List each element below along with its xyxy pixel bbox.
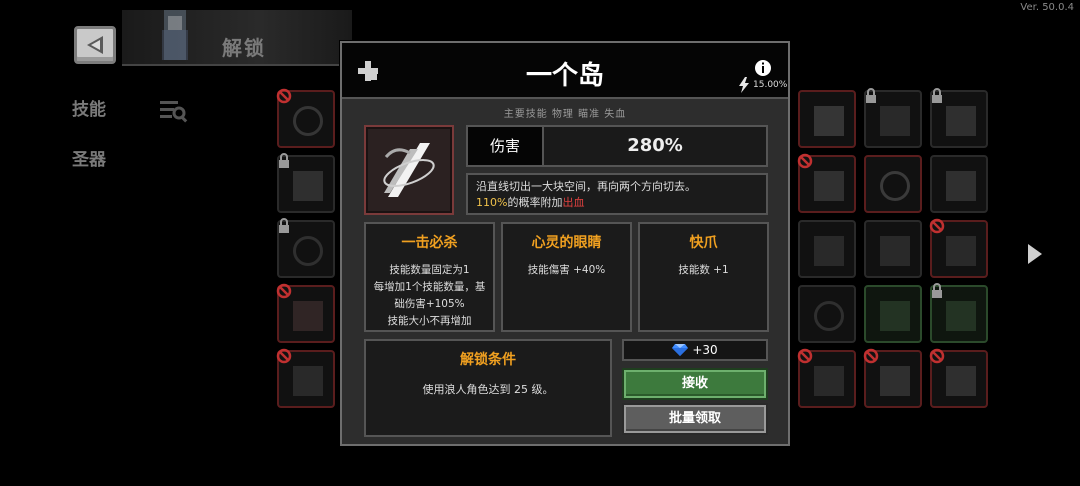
- skill-slot[interactable]: [864, 155, 922, 213]
- damage-value: 280%: [627, 135, 683, 156]
- trait-line: 技能傷害 +40%: [527, 264, 606, 276]
- trait-line: 技能大小不再增加: [387, 315, 472, 327]
- skill-title: 一个岛: [525, 61, 604, 91]
- skill-description: 沿直线切出一大块空间，再向两个方向切去。 110%的概率附加出血: [466, 173, 768, 215]
- locked-prohibited-icon: [276, 348, 292, 364]
- description-line: 沿直线切出一大块空间，再向两个方向切去。: [476, 180, 696, 193]
- lock-icon: [932, 283, 942, 298]
- unlock-condition-panel: 解锁条件 使用浪人角色达到 25 级。: [364, 339, 612, 437]
- version-label: Ver. 50.0.4: [1020, 2, 1074, 13]
- slash-skill-icon: [383, 143, 435, 197]
- trait-body: 技能数 +1: [640, 262, 767, 279]
- reward-amount: +30: [692, 343, 718, 357]
- trait-line: 础伤害+105%: [394, 298, 465, 310]
- locked-prohibited-icon: [797, 153, 813, 169]
- skill-slot[interactable]: [864, 285, 922, 343]
- crit-rate-value: 15.00%: [753, 80, 788, 90]
- skill-slot[interactable]: [930, 155, 988, 213]
- trait-card: 心灵的眼睛 技能傷害 +40%: [501, 222, 632, 332]
- lock-icon: [932, 88, 942, 103]
- trait-line: 技能数量固定为1: [389, 264, 470, 276]
- locked-prohibited-icon: [863, 348, 879, 364]
- page-title: 解锁: [222, 36, 266, 60]
- lock-icon: [279, 218, 289, 233]
- unlock-condition-text: 使用浪人角色达到 25 级。: [422, 383, 554, 396]
- sidebar-item-relics[interactable]: 圣器: [72, 145, 106, 170]
- filter-search-icon[interactable]: [158, 98, 188, 128]
- locked-prohibited-icon: [797, 348, 813, 364]
- bleed-effect-keyword: 出血: [562, 196, 585, 209]
- trait-title: 快爪: [689, 235, 718, 251]
- bulk-claim-button[interactable]: 批量领取: [622, 403, 768, 435]
- unlock-title: 解锁条件: [460, 352, 516, 368]
- skill-slot[interactable]: [798, 90, 856, 148]
- reward-display: +30: [622, 339, 768, 361]
- next-page-arrow-icon[interactable]: [1026, 242, 1044, 270]
- back-button[interactable]: [74, 26, 116, 64]
- sidebar-item-skills[interactable]: 技能: [72, 95, 106, 120]
- diamond-gem-icon: [672, 344, 689, 356]
- damage-stat-row: 伤害 280%: [466, 125, 768, 167]
- lock-icon: [866, 88, 876, 103]
- trait-body: 技能数量固定为1 每增加1个技能数量，基 础伤害+105% 技能大小不再增加: [366, 262, 493, 330]
- info-icon[interactable]: [754, 59, 772, 77]
- trait-line: 技能数 +1: [678, 264, 729, 276]
- trait-card: 快爪 技能数 +1: [638, 222, 769, 332]
- skill-slot[interactable]: [798, 220, 856, 278]
- trait-title: 一击必杀: [401, 235, 458, 251]
- skill-tags: 主要技能 物理 瞄准 失血: [503, 109, 627, 120]
- skill-slot[interactable]: [798, 285, 856, 343]
- skill-icon-frame: [364, 125, 454, 215]
- trait-card: 一击必杀 技能数量固定为1 每增加1个技能数量，基 础伤害+105% 技能大小不…: [364, 222, 495, 332]
- trait-body: 技能傷害 +40%: [503, 262, 630, 279]
- bleed-chance-value: 110%: [476, 196, 508, 209]
- back-arrow-icon: [87, 36, 103, 54]
- bleed-chance-text: 的概率附加: [507, 196, 563, 209]
- trait-title: 心灵的眼睛: [531, 235, 602, 251]
- character-portrait: [150, 6, 202, 64]
- modal-header: 一个岛 15.00%: [342, 43, 788, 99]
- locked-prohibited-icon: [929, 348, 945, 364]
- damage-label: 伤害: [468, 127, 544, 165]
- locked-prohibited-icon: [929, 218, 945, 234]
- lock-icon: [279, 153, 289, 168]
- receive-button[interactable]: 接收: [622, 368, 768, 400]
- skill-slot[interactable]: [864, 220, 922, 278]
- locked-prohibited-icon: [276, 88, 292, 104]
- locked-prohibited-icon: [276, 283, 292, 299]
- trait-line: 每增加1个技能数量，基: [373, 281, 486, 293]
- skill-detail-modal: 一个岛 15.00% 主要技能 物理 瞄准 失血 伤害 280% 沿直线切出一大…: [340, 41, 790, 446]
- crit-bolt-icon: [739, 77, 749, 93]
- bleed-chance-line: 110%的概率附加出血: [476, 195, 758, 211]
